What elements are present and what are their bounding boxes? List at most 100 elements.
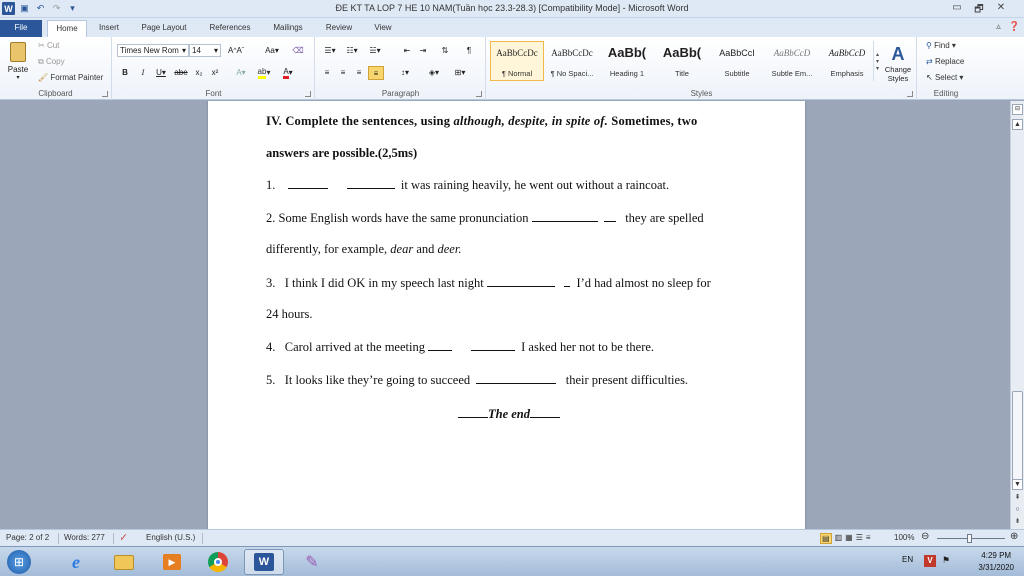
style-subtitle[interactable]: AaBbCcI Subtitle — [710, 41, 764, 81]
blank-4b[interactable] — [470, 340, 515, 351]
blank-3b[interactable] — [564, 276, 571, 287]
previous-page-icon[interactable]: ⇞ — [1012, 493, 1023, 504]
styles-scroll-icon[interactable]: ▴ ▾ ▾ — [873, 41, 881, 81]
clear-formatting-icon[interactable]: ⌫ — [291, 44, 305, 57]
underline-button[interactable]: U▾ — [153, 66, 169, 79]
style-heading-1[interactable]: AaBb( Heading 1 — [600, 41, 654, 81]
find-button[interactable]: ⚲ Find ▾ — [926, 41, 956, 50]
grow-shrink-font-button[interactable]: A ^ Aˇ — [224, 44, 248, 57]
tab-page-layout[interactable]: Page Layout — [136, 20, 192, 37]
outline-icon[interactable]: ☰ — [856, 533, 863, 544]
document-page[interactable]: IV. Complete the sentences, using althou… — [208, 101, 805, 529]
tab-home[interactable]: Home — [47, 20, 87, 37]
copy-button[interactable]: ⧉ Copy — [38, 57, 65, 67]
system-clock[interactable]: 4:29 PM 3/31/2020 — [978, 550, 1014, 574]
text-effects-icon[interactable]: A▾ — [233, 66, 249, 79]
full-screen-reading-icon[interactable]: ▥ — [835, 533, 843, 544]
decrease-indent-icon[interactable]: ⇤ — [400, 44, 414, 57]
cut-button[interactable]: ✂ Cut — [38, 41, 59, 50]
clipboard-launcher-icon[interactable] — [102, 91, 108, 97]
blank-5[interactable] — [476, 373, 557, 384]
scroll-thumb[interactable] — [1012, 391, 1023, 486]
tab-insert[interactable]: Insert — [92, 20, 126, 37]
style-normal[interactable]: AaBbCcDc ¶ Normal — [490, 41, 544, 81]
font-size-combo[interactable]: 14 ▾ — [189, 44, 221, 57]
proofing-icon[interactable]: ✓̸ — [120, 533, 127, 542]
subscript-button[interactable]: x₂ — [193, 66, 205, 79]
multilevel-list-icon[interactable]: ☱▾ — [364, 44, 386, 57]
web-layout-icon[interactable]: ▦ — [845, 533, 853, 544]
font-launcher-icon[interactable] — [305, 91, 311, 97]
align-right-icon[interactable]: ≡ — [352, 66, 366, 79]
style-no-spacing[interactable]: AaBbCcDc ¶ No Spaci... — [545, 41, 599, 81]
media-player-button[interactable]: ▶ — [152, 549, 192, 575]
paint-button[interactable]: ✎ — [292, 549, 332, 575]
font-color-icon[interactable]: A ▾ — [279, 66, 297, 79]
draft-icon[interactable]: ≡ — [866, 533, 871, 544]
borders-icon[interactable]: ⊞▾ — [450, 66, 470, 79]
sort-icon[interactable]: ⇅ — [438, 44, 452, 57]
style-emphasis[interactable]: AaBbCcD Emphasis — [820, 41, 874, 81]
select-button[interactable]: ↖ Select ▾ — [926, 73, 963, 82]
zoom-level[interactable]: 100% — [894, 533, 914, 542]
strikethrough-button[interactable]: abe — [173, 66, 189, 79]
blank-3a[interactable] — [486, 276, 555, 287]
ruler-toggle-icon[interactable]: ⊟ — [1012, 104, 1023, 115]
print-layout-icon[interactable]: ▤ — [820, 533, 832, 544]
styles-launcher-icon[interactable] — [907, 91, 913, 97]
style-title[interactable]: AaBb( Title — [655, 41, 709, 81]
superscript-button[interactable]: x² — [209, 66, 221, 79]
blank-1b[interactable] — [346, 178, 395, 189]
tab-mailings[interactable]: Mailings — [266, 20, 310, 37]
scroll-down-icon[interactable]: ▼ — [1012, 479, 1023, 490]
page-count[interactable]: Page: 2 of 2 — [6, 533, 49, 542]
language-bar[interactable]: EN — [902, 555, 913, 564]
word-taskbar-button[interactable]: W — [244, 549, 284, 575]
document-area[interactable]: IV. Complete the sentences, using althou… — [0, 101, 1010, 529]
pilcrow-icon[interactable]: ¶ — [462, 44, 476, 57]
change-case-button[interactable]: Aa▾ — [263, 44, 281, 57]
line-spacing-icon[interactable]: ↕▾ — [394, 66, 416, 79]
minimize-ribbon-icon[interactable]: ▵ — [996, 21, 1001, 32]
chrome-button[interactable] — [198, 549, 238, 575]
close-button[interactable]: ✕ — [990, 2, 1012, 19]
help-icon[interactable]: ❓ — [1009, 21, 1020, 32]
vertical-scrollbar[interactable]: ⊟ ▲ ▼ ⇞ ○ ⇟ — [1010, 101, 1024, 529]
italic-button[interactable]: I — [137, 66, 149, 79]
shading-icon[interactable]: ◈▾ — [424, 66, 444, 79]
align-left-icon[interactable]: ≡ — [320, 66, 334, 79]
bullets-icon[interactable]: ☰▾ — [320, 44, 340, 57]
file-explorer-button[interactable] — [104, 549, 144, 575]
change-styles-button[interactable]: A Change Styles — [882, 40, 914, 86]
style-subtle-emphasis[interactable]: AaBbCcD Subtle Em... — [765, 41, 819, 81]
zoom-out-icon[interactable]: ⊖ — [921, 531, 929, 542]
next-page-icon[interactable]: ⇟ — [1012, 517, 1023, 528]
restore-button[interactable]: 🗗 — [968, 2, 990, 19]
blank-1a[interactable] — [287, 178, 328, 189]
bold-button[interactable]: B — [119, 66, 131, 79]
font-family-combo[interactable]: Times New Rom ▾ — [117, 44, 189, 57]
numbering-icon[interactable]: ☷▾ — [342, 44, 362, 57]
tab-review[interactable]: Review — [320, 20, 358, 37]
word-count[interactable]: Words: 277 — [64, 533, 105, 542]
browse-object-icon[interactable]: ○ — [1012, 505, 1023, 516]
minimize-button[interactable]: ▭ — [946, 2, 968, 19]
increase-indent-icon[interactable]: ⇥ — [416, 44, 430, 57]
scroll-up-icon[interactable]: ▲ — [1012, 119, 1023, 130]
blank-2b[interactable] — [603, 211, 616, 222]
start-button[interactable]: ⊞ — [4, 549, 34, 575]
replace-button[interactable]: ⇄ Replace — [926, 57, 964, 66]
zoom-slider-thumb[interactable] — [967, 534, 972, 543]
zoom-in-icon[interactable]: ⊕ — [1010, 531, 1018, 542]
format-painter-button[interactable]: 🖌 Format Painter — [38, 73, 103, 82]
unikey-icon[interactable]: V — [924, 555, 936, 567]
paragraph-launcher-icon[interactable] — [476, 91, 482, 97]
tab-references[interactable]: References — [204, 20, 256, 37]
language-indicator[interactable]: English (U.S.) — [146, 533, 195, 542]
blank-2a[interactable] — [531, 211, 598, 222]
highlight-icon[interactable]: ab ▾ — [255, 66, 273, 79]
tray-flag-icon[interactable]: ⚑ — [942, 555, 950, 566]
align-center-icon[interactable]: ≡ — [336, 66, 350, 79]
paste-button[interactable]: Paste ▾ — [4, 41, 32, 81]
tab-view[interactable]: View — [368, 20, 398, 37]
